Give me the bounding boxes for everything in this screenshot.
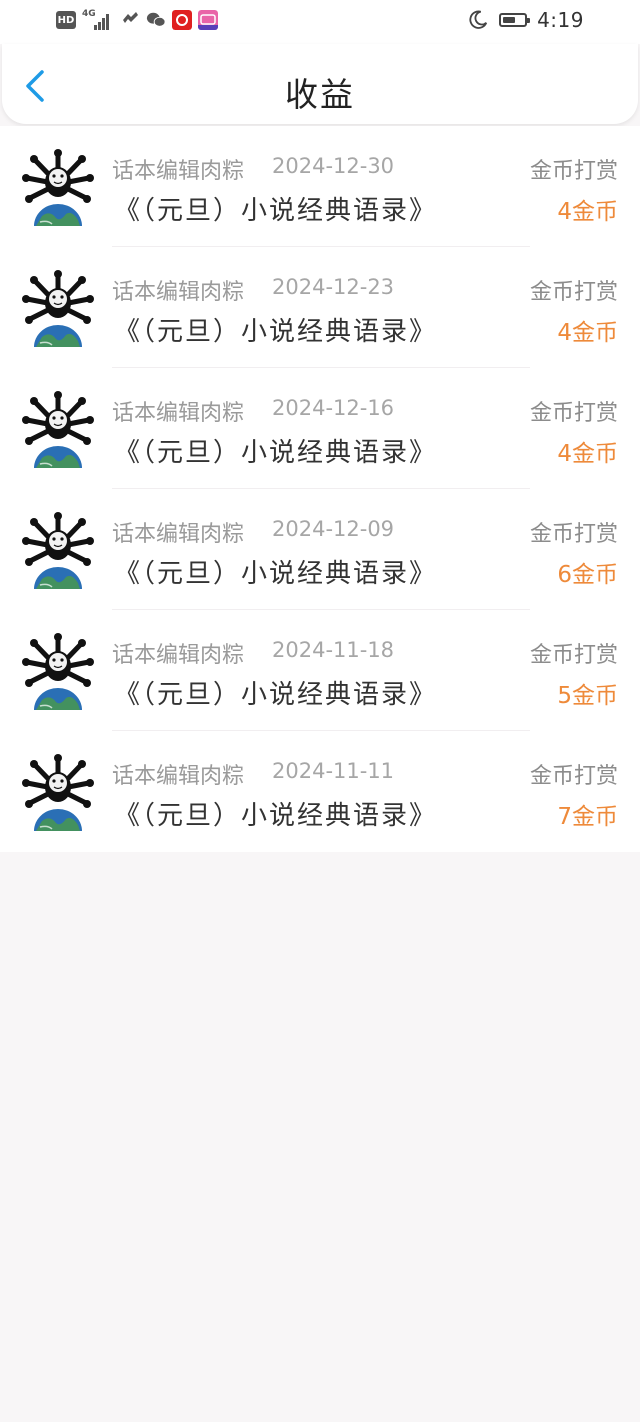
sender-name: 话本编辑肉粽 <box>112 522 245 547</box>
coin-amount: 4金币 <box>557 320 618 346</box>
status-time: 4:19 <box>537 8 584 32</box>
red-app-icon <box>172 10 192 30</box>
sender-name: 话本编辑肉粽 <box>112 159 245 184</box>
coin-amount: 6金币 <box>557 562 618 588</box>
earnings-list: 话本编辑肉粽 2024-12-30 金币打赏 《（元旦）小说经典语录》 4金币 <box>0 126 640 852</box>
avatar <box>22 270 94 347</box>
sender-name: 话本编辑肉粽 <box>112 280 245 305</box>
avatar <box>22 391 94 468</box>
avatar <box>22 754 94 831</box>
earnings-record[interactable]: 话本编辑肉粽 2024-11-18 金币打赏 《（元旦）小说经典语录》 5金币 <box>0 610 640 731</box>
wechat-icon <box>146 12 166 27</box>
record-type: 金币打赏 <box>529 159 618 184</box>
record-date: 2024-12-16 <box>272 396 395 420</box>
earnings-record[interactable]: 话本编辑肉粽 2024-12-23 金币打赏 《（元旦）小说经典语录》 4金币 <box>0 247 640 368</box>
record-type: 金币打赏 <box>529 764 618 789</box>
status-bar: HD 4G 4:19 <box>0 0 640 44</box>
book-title: 《（元旦）小说经典语录》 <box>114 680 438 710</box>
book-title: 《（元旦）小说经典语录》 <box>114 438 438 468</box>
page-title: 收益 <box>285 75 355 114</box>
avatar <box>22 149 94 226</box>
earnings-record[interactable]: 话本编辑肉粽 2024-12-16 金币打赏 《（元旦）小说经典语录》 4金币 <box>0 368 640 489</box>
network-type: 4G <box>82 9 96 19</box>
record-date: 2024-12-09 <box>272 517 395 541</box>
book-title: 《（元旦）小说经典语录》 <box>114 559 438 589</box>
status-left: HD 4G <box>56 9 218 30</box>
coin-amount: 4金币 <box>557 441 618 467</box>
avatar <box>22 512 94 589</box>
coin-amount: 5金币 <box>557 683 618 709</box>
battery-icon <box>499 13 531 27</box>
record-type: 金币打赏 <box>529 401 618 426</box>
book-title: 《（元旦）小说经典语录》 <box>114 317 438 347</box>
sender-name: 话本编辑肉粽 <box>112 401 245 426</box>
earnings-record[interactable]: 话本编辑肉粽 2024-12-30 金币打赏 《（元旦）小说经典语录》 4金币 <box>0 126 640 247</box>
battery-fill <box>503 17 516 23</box>
bilibili-icon <box>198 10 218 30</box>
record-type: 金币打赏 <box>529 280 618 305</box>
record-date: 2024-12-30 <box>272 154 395 178</box>
coin-amount: 4金币 <box>557 199 618 225</box>
avatar <box>22 633 94 710</box>
record-date: 2024-11-18 <box>272 638 395 662</box>
record-date: 2024-12-23 <box>272 275 395 299</box>
app-notification-icon <box>123 12 138 23</box>
earnings-record[interactable]: 话本编辑肉粽 2024-12-09 金币打赏 《（元旦）小说经典语录》 6金币 <box>0 489 640 610</box>
moon-icon <box>469 10 488 29</box>
book-title: 《（元旦）小说经典语录》 <box>114 196 438 226</box>
sender-name: 话本编辑肉粽 <box>112 643 245 668</box>
hd-badge: HD <box>56 11 76 29</box>
record-type: 金币打赏 <box>529 522 618 547</box>
signal-icon: 4G <box>82 9 114 30</box>
sender-name: 话本编辑肉粽 <box>112 764 245 789</box>
book-title: 《（元旦）小说经典语录》 <box>114 801 438 831</box>
record-type: 金币打赏 <box>529 643 618 668</box>
status-right: 4:19 <box>467 8 584 32</box>
coin-amount: 7金币 <box>557 804 618 830</box>
page-header: 收益 <box>2 44 638 124</box>
earnings-record[interactable]: 话本编辑肉粽 2024-11-11 金币打赏 《（元旦）小说经典语录》 7金币 <box>0 731 640 852</box>
record-date: 2024-11-11 <box>272 759 395 783</box>
